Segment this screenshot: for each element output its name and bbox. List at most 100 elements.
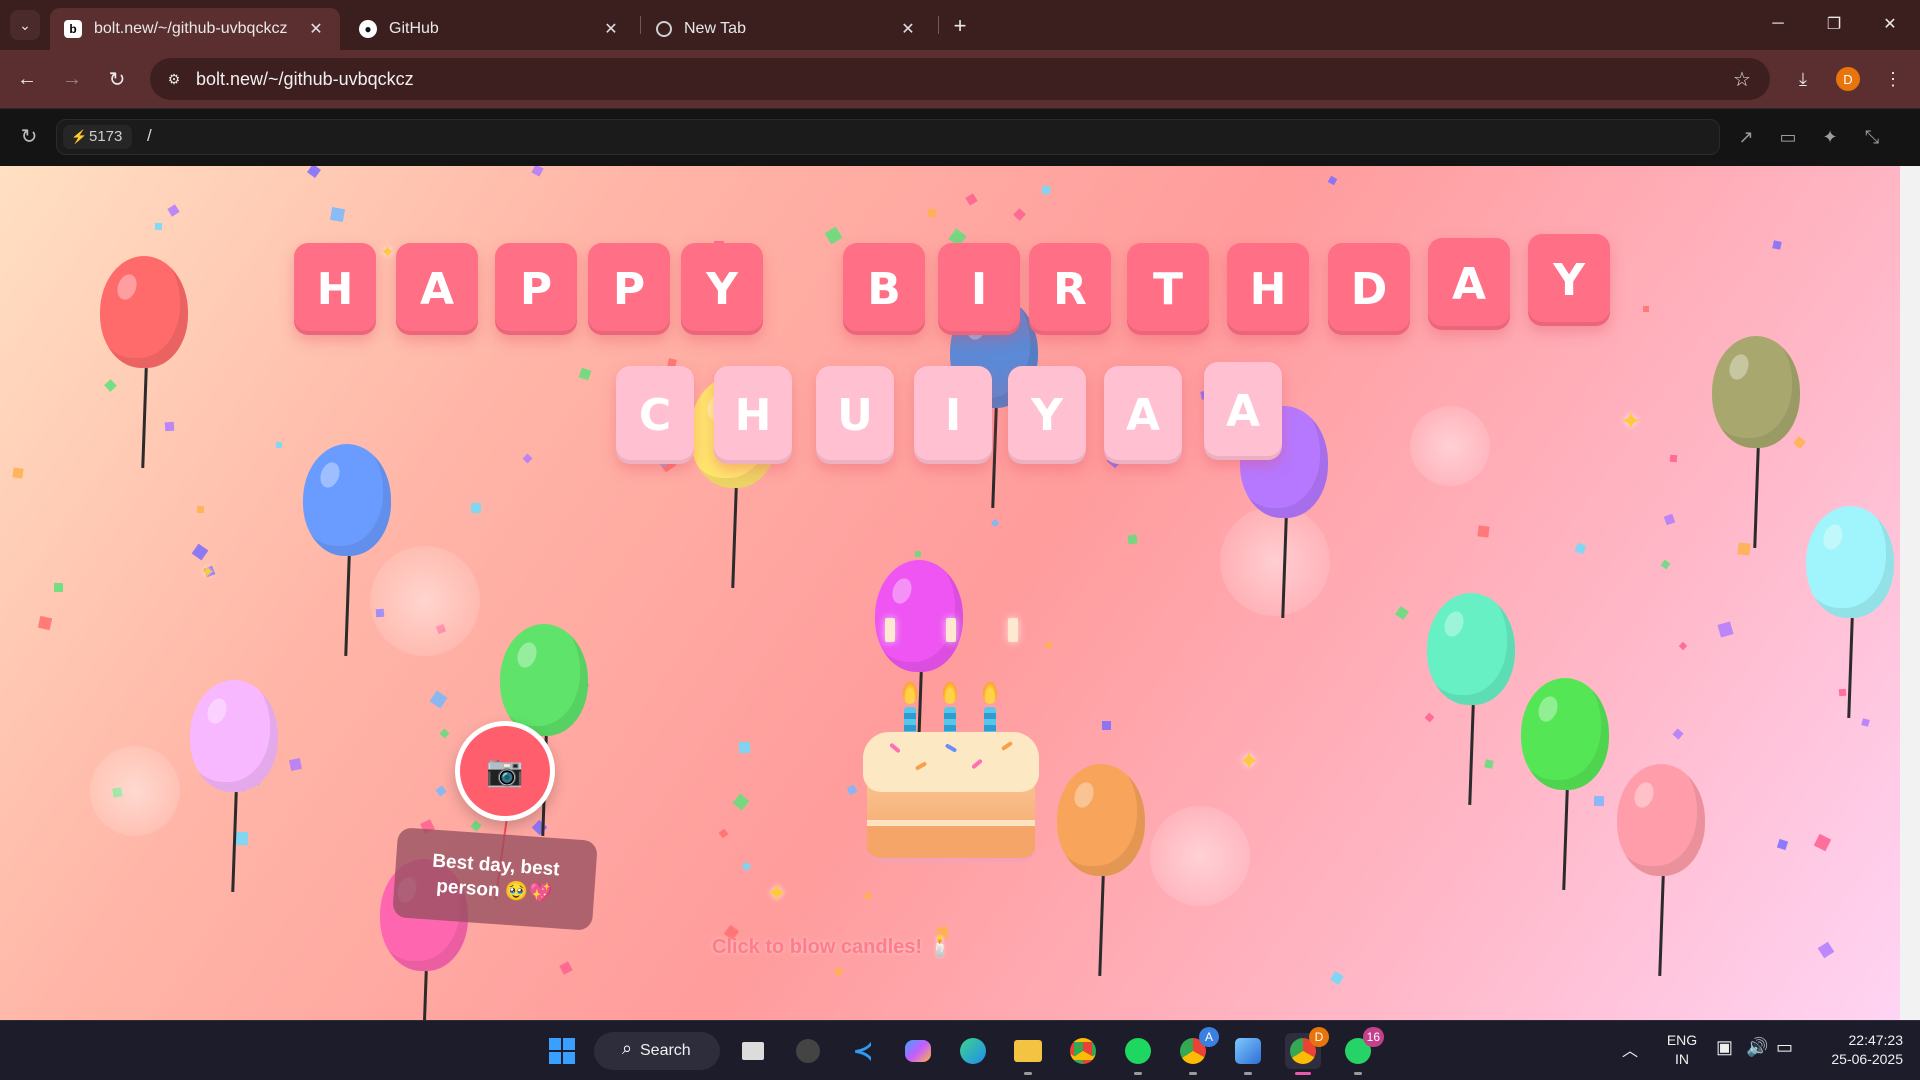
balloon[interactable] [190, 680, 278, 893]
collapse-button[interactable]: ⤡ [1860, 125, 1884, 149]
candle-flame[interactable] [943, 682, 957, 704]
port-badge[interactable]: ⚡ 5173 [63, 125, 133, 149]
title-letter[interactable]: Y [681, 243, 763, 335]
bookmark-star-icon[interactable]: ☆ [1730, 67, 1754, 91]
tray-overflow-button[interactable]: ︿ [1622, 1037, 1638, 1061]
battery-icon[interactable]: ▭ [1776, 1037, 1793, 1058]
blow-candles-hint[interactable]: Click to blow candles! 🕯️ [712, 934, 953, 959]
back-button[interactable]: ← [12, 64, 42, 94]
address-bar[interactable]: ⚙ bolt.new/~/github-uvbqckcz ☆ [150, 58, 1770, 100]
restore-button[interactable]: ❐ [1806, 0, 1862, 48]
network-icon[interactable]: ▣ [1716, 1037, 1733, 1058]
system-clock[interactable]: 22:47:23 25-06-2025 [1815, 1031, 1903, 1069]
close-icon[interactable]: ✕ [898, 19, 918, 39]
app-chrome-profile-d[interactable]: D [1285, 1027, 1329, 1075]
title-letter[interactable]: H [1227, 243, 1309, 335]
app-chrome[interactable] [1065, 1033, 1101, 1069]
reload-button[interactable]: ↻ [102, 64, 132, 94]
name-letter[interactable]: A [1104, 366, 1182, 464]
forward-button[interactable]: → [57, 64, 87, 94]
balloon[interactable] [1521, 678, 1609, 891]
balloon[interactable] [1617, 764, 1705, 977]
task-view-button[interactable] [735, 1033, 771, 1069]
title-letter[interactable]: P [588, 243, 670, 335]
open-external-button[interactable]: ↗ [1734, 125, 1758, 149]
downloads-button[interactable]: ⤓ [1788, 64, 1818, 94]
name-letter[interactable]: I [914, 366, 992, 464]
page-scrollbar[interactable] [1900, 166, 1920, 1020]
tab-bolt[interactable]: b bolt.new/~/github-uvbqckcz ✕ [50, 8, 340, 50]
app-paint[interactable] [1230, 1033, 1266, 1075]
plug-icon: ⚡ [71, 129, 88, 144]
confetti-piece [965, 193, 978, 206]
message-card[interactable]: Best day, best person 🥹💖 [392, 827, 598, 931]
balloon[interactable] [1712, 336, 1800, 549]
title-letter[interactable]: A [396, 243, 478, 335]
name-letter[interactable]: C [616, 366, 694, 464]
balloon[interactable] [100, 256, 188, 469]
language-indicator[interactable]: ENG IN [1664, 1031, 1700, 1069]
start-button[interactable] [544, 1033, 580, 1069]
preview-address[interactable]: ⚡ 5173 / [56, 119, 1720, 155]
title-letter[interactable]: I [938, 243, 1020, 335]
close-window-button[interactable]: ✕ [1862, 0, 1918, 48]
title-letter[interactable]: Y [1528, 234, 1610, 326]
minimize-button[interactable]: ─ [1750, 0, 1806, 48]
tab-new-tab[interactable]: New Tab ✕ [642, 8, 932, 50]
profile-avatar[interactable]: D [1836, 67, 1860, 91]
balloon[interactable] [303, 444, 391, 657]
name-letter[interactable]: H [714, 366, 792, 464]
chevron-down-icon: ⌄ [19, 16, 31, 33]
title-letter[interactable]: R [1029, 243, 1111, 335]
title-letter[interactable]: B [843, 243, 925, 335]
app-globe[interactable] [790, 1033, 826, 1069]
menu-button[interactable]: ⋮ [1878, 64, 1908, 94]
balloon[interactable] [500, 624, 588, 837]
running-indicator [1024, 1072, 1032, 1075]
balloon[interactable] [875, 560, 963, 773]
balloon[interactable] [1057, 764, 1145, 977]
title-letter[interactable]: D [1328, 243, 1410, 335]
name-letter[interactable]: A [1204, 362, 1282, 460]
tab-github[interactable]: ● GitHub ✕ [345, 8, 635, 50]
confetti-piece [578, 367, 592, 381]
birthday-page[interactable]: H A P P Y B I R T H D A Y C H U I Y A A … [0, 166, 1900, 1020]
title-letter[interactable]: A [1428, 238, 1510, 330]
tab-search-button[interactable]: ⌄ [10, 10, 40, 40]
close-icon[interactable]: ✕ [306, 19, 326, 39]
url-text[interactable]: bolt.new/~/github-uvbqckcz [196, 69, 414, 90]
balloon[interactable] [1427, 593, 1515, 806]
volume-icon[interactable]: 🔊 [1746, 1037, 1768, 1058]
globe-icon [796, 1039, 820, 1063]
camera-button[interactable]: 📷 [455, 721, 555, 821]
confetti-piece [1861, 718, 1870, 727]
title-letter[interactable]: P [495, 243, 577, 335]
device-preview-button[interactable]: ▭ [1776, 125, 1800, 149]
preview-path[interactable]: / [147, 126, 152, 146]
taskbar-search[interactable]: ⌕ Search [594, 1032, 720, 1070]
inspect-button[interactable]: ✦ [1818, 125, 1842, 149]
app-spotify[interactable] [1120, 1033, 1156, 1075]
new-tab-button[interactable]: + [946, 12, 974, 40]
app-chrome-profile-a[interactable]: A [1175, 1027, 1219, 1075]
app-copilot[interactable] [900, 1033, 936, 1069]
app-edge[interactable] [955, 1033, 991, 1069]
confetti-piece [234, 831, 249, 846]
close-icon[interactable]: ✕ [601, 19, 621, 39]
title-letter[interactable]: T [1127, 243, 1209, 335]
sprinkle [914, 761, 928, 771]
preview-reload-button[interactable]: ↻ [16, 123, 42, 149]
app-whatsapp[interactable]: 16 [1340, 1027, 1384, 1075]
candle-flame[interactable] [983, 682, 997, 704]
name-letter[interactable]: Y [1008, 366, 1086, 464]
app-file-explorer[interactable] [1010, 1033, 1046, 1075]
confetti-piece [1663, 513, 1676, 526]
app-vscode[interactable]: ≺ [845, 1033, 881, 1069]
language-code: ENG [1666, 1032, 1698, 1048]
cake-frosting [863, 732, 1039, 792]
title-letter[interactable]: H [294, 243, 376, 335]
name-letter[interactable]: U [816, 366, 894, 464]
site-info-icon[interactable]: ⚙ [164, 69, 184, 89]
balloon[interactable] [1806, 506, 1894, 719]
candle-flame[interactable] [903, 682, 917, 704]
